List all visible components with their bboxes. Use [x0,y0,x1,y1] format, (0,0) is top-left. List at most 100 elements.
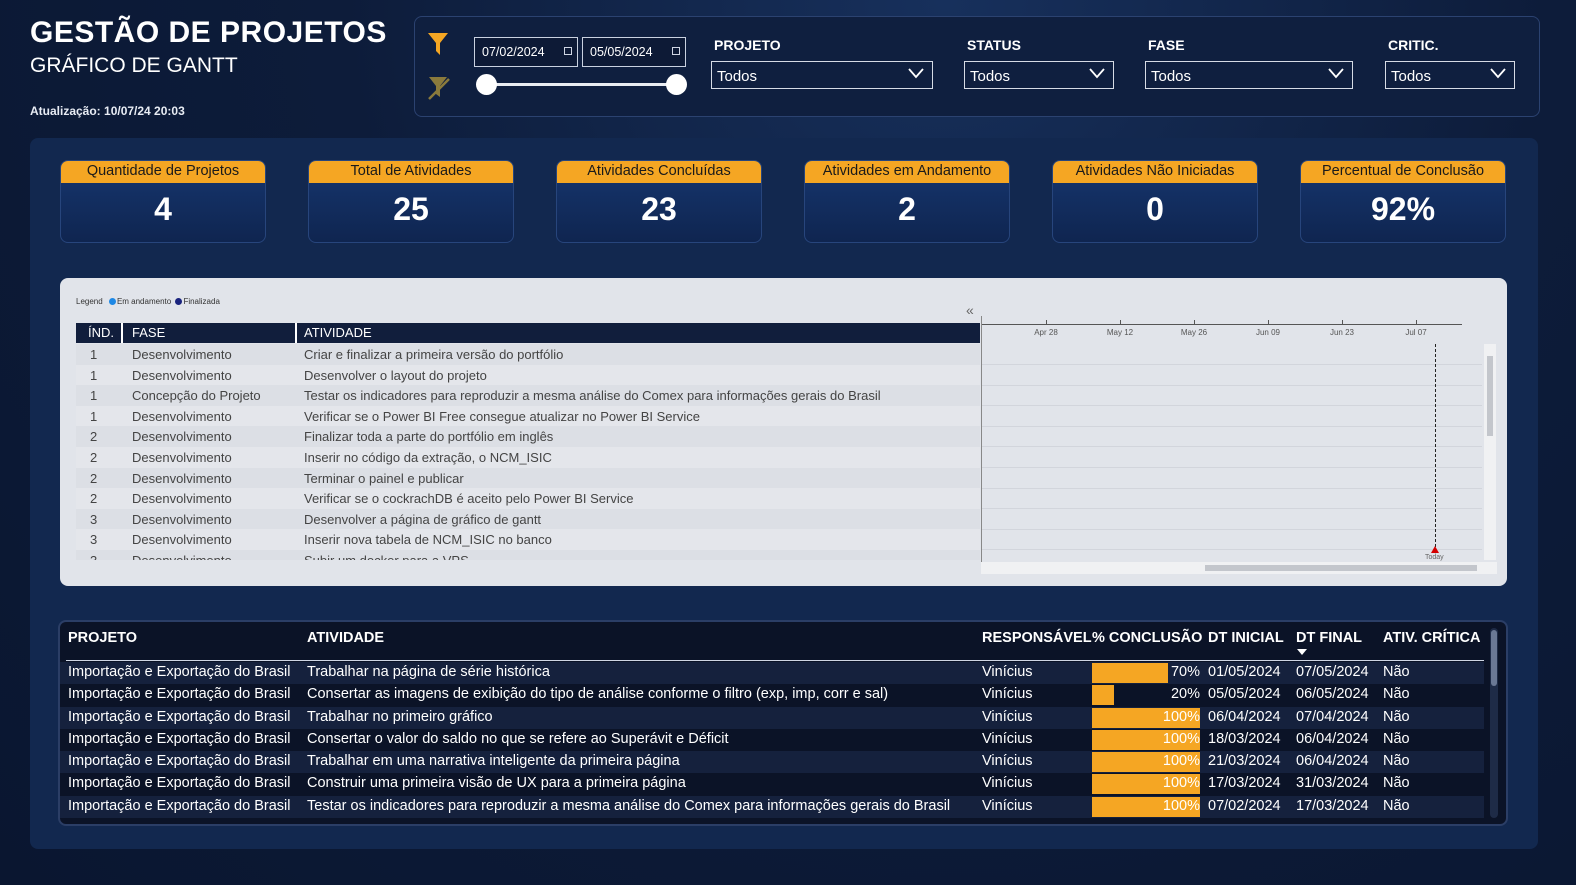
scrollbar-thumb[interactable] [1205,565,1477,571]
cell-responsavel: Vinícius [982,730,1033,747]
last-update-text: Atualização: 10/07/24 20:03 [30,104,185,118]
cell-critica: Não [1383,797,1410,814]
col-header-projeto[interactable]: PROJETO [68,630,137,646]
kpi-value: 4 [154,191,172,227]
filter-icon[interactable] [427,31,449,57]
cell-dt-final: 17/03/2024 [1296,797,1369,814]
clear-filter-icon[interactable] [427,75,451,101]
conclusion-value: 100% [1162,797,1200,814]
cell-dt-final: 06/04/2024 [1296,753,1369,770]
table-row[interactable]: 20% Importação e Exportação do Brasil Cons… [60,684,1484,707]
row-ind: 3 [90,532,98,548]
kpi-label: Total de Atividades [309,161,513,183]
gantt-row[interactable]: 3 Desenvolvimento Desenvolver a página de … [76,508,980,530]
cell-dt-final: 06/05/2024 [1296,686,1369,703]
date-range-slider[interactable] [487,83,677,86]
slider-start-handle[interactable] [476,74,497,95]
gantt-vertical-scrollbar[interactable] [1484,344,1496,560]
projeto-filter-label: PROJETO [714,37,781,53]
timeline-tick [1120,320,1121,325]
cell-dt-inicial: 05/05/2024 [1208,686,1281,703]
col-header-ind[interactable]: ÍND. [88,325,114,340]
timeline-gridline [982,508,1482,510]
status-dropdown[interactable]: Todos [964,61,1114,89]
scrollbar-thumb[interactable] [1491,630,1497,686]
scrollbar-thumb[interactable] [1487,356,1493,436]
kpi-value: 25 [393,191,429,227]
kpi-label: Atividades em Andamento [805,161,1009,183]
kpi-label: Percentual de Conclusão [1301,161,1505,183]
row-fase: Desenvolvimento [132,553,232,560]
col-header-atividade[interactable]: ATIVIDADE [307,630,384,646]
cell-atividade: Construir uma primeira visão de UX para … [307,775,686,792]
col-header-atividade[interactable]: ATIVIDADE [304,325,372,340]
cell-dt-final: 06/04/2024 [1296,730,1369,747]
gantt-row[interactable]: 2 Desenvolvimento Inserir no código da ext… [76,446,980,468]
timeline-axis [982,324,1462,325]
table-row[interactable]: 100% Importação e Exportação do Brasil Con… [60,773,1484,796]
col-header-dt-final[interactable]: DT FINAL [1296,630,1362,646]
cell-dt-inicial: 06/04/2024 [1208,708,1281,725]
gantt-row[interactable]: 1 Desenvolvimento Desenvolver o layout do … [76,364,980,386]
cell-atividade: Trabalhar na página de série histórica [307,664,550,680]
col-header-critica[interactable]: ATIV. CRÍTICA [1383,630,1480,646]
date-start-input[interactable]: 07/02/2024 [474,37,578,67]
calendar-icon[interactable] [564,47,572,55]
chevron-down-icon [1089,68,1105,79]
cell-dt-final: 31/03/2024 [1296,775,1369,792]
table-row[interactable]: 100% Importação e Exportação do Brasil Tra… [60,751,1484,774]
col-header-responsavel[interactable]: RESPONSÁVEL [982,630,1092,646]
timeline-gridline [982,405,1482,407]
critic-filter-label: CRITIC. [1388,37,1439,53]
table-vertical-scrollbar[interactable] [1490,628,1498,818]
gantt-row[interactable]: 2 Desenvolvimento Verificar se o cockrachD… [76,488,980,509]
date-end-input[interactable]: 05/05/2024 [582,37,686,67]
timeline-gridline [982,467,1482,468]
table-row[interactable]: 70% Importação e Exportação do Brasil Trab… [60,662,1484,685]
gantt-horizontal-scrollbar[interactable] [981,562,1497,574]
cell-critica: Não [1383,753,1410,770]
col-header-dt-inicial[interactable]: DT INICIAL [1208,630,1284,646]
timeline-gridline [982,384,1482,386]
sort-desc-icon[interactable] [1297,649,1307,655]
gantt-row[interactable]: 3 Desenvolvimento Subir um docker para a V… [76,549,980,560]
critic-dropdown[interactable]: Todos [1385,61,1515,89]
cell-projeto: Importação e Exportação do Brasil [68,797,291,814]
table-row[interactable]: 100% Importação e Exportação do Brasil Tes… [60,795,1484,819]
calendar-icon[interactable] [672,47,680,55]
column-divider[interactable] [295,323,297,343]
timeline-label: Jun 23 [1329,328,1355,337]
gantt-row[interactable]: 1 Desenvolvimento Verificar se o Power BI … [76,405,980,427]
column-divider[interactable] [121,323,123,343]
conclusion-value: 100% [1162,775,1200,792]
gantt-row[interactable]: 2 Desenvolvimento Terminar o painel e publ… [76,467,980,489]
cell-responsavel: Vinícius [982,775,1033,792]
kpi-value: 92% [1370,191,1436,227]
col-header-conclusao[interactable]: % CONCLUSÃO [1092,630,1202,646]
fase-dropdown[interactable]: Todos [1145,61,1353,89]
kpi-card-total-atividades: Total de Atividades 25 [308,160,514,243]
cell-dt-final: 07/05/2024 [1296,664,1369,680]
row-fase: Concepção do Projeto [132,388,261,404]
projeto-dropdown[interactable]: Todos [711,61,933,89]
gantt-row[interactable]: 1 Concepção do Projeto Testar os indicador… [76,385,980,406]
col-header-fase[interactable]: FASE [132,325,165,340]
slider-end-handle[interactable] [666,74,687,95]
row-atividade: Verificar se o Power BI Free consegue at… [304,408,700,424]
gantt-row[interactable]: 1 Desenvolvimento Criar e finalizar a prim… [76,344,980,365]
cell-dt-inicial: 17/03/2024 [1208,775,1281,792]
row-ind: 1 [90,347,98,362]
kpi-card-em-andamento: Atividades em Andamento 2 [804,160,1010,243]
row-atividade: Desenvolver o layout do projeto [304,367,487,383]
collapse-icon[interactable]: « [966,302,974,318]
cell-dt-inicial: 21/03/2024 [1208,753,1281,770]
table-row[interactable]: 100% Importação e Exportação do Brasil Tra… [60,706,1484,729]
conclusion-value: 20% [1170,686,1200,703]
kpi-value: 23 [641,191,677,227]
kpi-card-percentual: Percentual de Conclusão 92% [1300,160,1506,243]
gantt-row[interactable]: 3 Desenvolvimento Inserir nova tabela de N… [76,529,980,550]
gantt-row[interactable]: 2 Desenvolvimento Finalizar toda a parte d… [76,426,980,447]
timeline-tick [1416,320,1417,325]
table-row[interactable]: 100% Importação e Exportação do Brasil Con… [60,728,1484,752]
timeline-label: May 12 [1106,328,1134,337]
